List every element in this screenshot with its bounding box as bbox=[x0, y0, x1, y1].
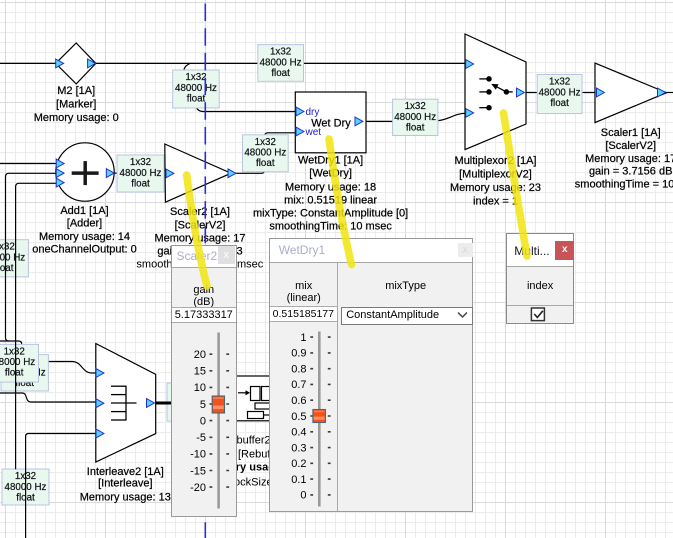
svg-text:-10: -10 bbox=[190, 448, 206, 460]
svg-text:1x32: 1x32 bbox=[549, 77, 570, 88]
svg-text:48000 Hz: 48000 Hz bbox=[175, 83, 217, 94]
svg-text:5: 5 bbox=[199, 398, 205, 410]
svg-text:msec: msec bbox=[237, 259, 264, 271]
svg-text:0.3: 0.3 bbox=[291, 442, 306, 454]
svg-text:float: float bbox=[406, 123, 425, 134]
svg-text:float: float bbox=[5, 368, 24, 379]
svg-text:48000 Hz: 48000 Hz bbox=[0, 357, 35, 368]
svg-text:gain = 3.7156 dB: gain = 3.7156 dB bbox=[589, 166, 673, 178]
svg-text:Multiplexor2 [1A]: Multiplexor2 [1A] bbox=[455, 155, 537, 167]
svg-text:WetDry1 [1A]: WetDry1 [1A] bbox=[298, 155, 363, 167]
svg-text:index = 1: index = 1 bbox=[473, 196, 518, 208]
svg-text:Memory usage: 0: Memory usage: 0 bbox=[34, 112, 119, 124]
svg-text:Memory usage: 17: Memory usage: 17 bbox=[154, 232, 245, 244]
svg-text:float: float bbox=[131, 178, 150, 189]
svg-text:1x32: 1x32 bbox=[4, 346, 25, 357]
svg-text:0.1: 0.1 bbox=[291, 473, 306, 485]
svg-text:mix: 0.51519 linear: mix: 0.51519 linear bbox=[284, 194, 377, 206]
svg-text:Memory usage: 18: Memory usage: 18 bbox=[285, 181, 376, 193]
svg-text:20: 20 bbox=[193, 349, 205, 361]
svg-text:0.6: 0.6 bbox=[291, 395, 306, 407]
svg-text:-15: -15 bbox=[190, 465, 206, 477]
svg-text:Memory usage: 17: Memory usage: 17 bbox=[585, 153, 673, 165]
svg-text:float: float bbox=[271, 68, 290, 79]
svg-text:1x32: 1x32 bbox=[405, 101, 426, 112]
svg-text:1x32: 1x32 bbox=[270, 47, 291, 58]
svg-text:smoothingTime = 10 m: smoothingTime = 10 m bbox=[575, 179, 673, 191]
svg-text:Add1 [1A]: Add1 [1A] bbox=[60, 205, 108, 217]
svg-text:Interleave2 [1A]: Interleave2 [1A] bbox=[87, 466, 164, 478]
svg-text:Wet Dry: Wet Dry bbox=[311, 118, 351, 130]
svg-text:[WetDry]: [WetDry] bbox=[309, 168, 352, 180]
svg-text:48000 Hz: 48000 Hz bbox=[120, 168, 162, 179]
svg-text:1: 1 bbox=[300, 331, 306, 343]
svg-text:0: 0 bbox=[300, 489, 306, 501]
svg-text:float: float bbox=[550, 98, 569, 109]
svg-text:smoothingTime: 10 msec: smoothingTime: 10 msec bbox=[269, 220, 392, 232]
svg-text:0.5: 0.5 bbox=[291, 410, 306, 422]
svg-text:[Adder]: [Adder] bbox=[67, 217, 102, 229]
svg-text:[ScalerV2]: [ScalerV2] bbox=[175, 219, 226, 231]
svg-text:0.8: 0.8 bbox=[291, 363, 306, 375]
svg-text:1x32: 1x32 bbox=[130, 157, 151, 168]
svg-text:dry: dry bbox=[306, 107, 320, 118]
svg-text:float: float bbox=[256, 158, 275, 169]
svg-text:Scaler1 [1A]: Scaler1 [1A] bbox=[601, 127, 661, 139]
svg-text:1x32: 1x32 bbox=[255, 137, 276, 148]
svg-text:[Marker]: [Marker] bbox=[56, 99, 96, 111]
svg-text:[Interleave]: [Interleave] bbox=[98, 478, 152, 490]
svg-text:48000 Hz: 48000 Hz bbox=[0, 253, 25, 264]
svg-text:float: float bbox=[187, 93, 206, 104]
svg-text:1x32: 1x32 bbox=[0, 242, 15, 253]
svg-text:48000 Hz: 48000 Hz bbox=[244, 148, 286, 159]
svg-text:0.2: 0.2 bbox=[291, 458, 306, 470]
svg-text:Scaler2 [1A]: Scaler2 [1A] bbox=[170, 206, 230, 218]
svg-text:Memory usage: 23: Memory usage: 23 bbox=[450, 182, 541, 194]
svg-text:oneChannelOutput: 0: oneChannelOutput: 0 bbox=[32, 244, 137, 256]
svg-text:0.4: 0.4 bbox=[291, 426, 306, 438]
svg-text:[MultiplexorV2]: [MultiplexorV2] bbox=[459, 169, 532, 181]
svg-text:-5: -5 bbox=[196, 432, 206, 444]
svg-text:48000 Hz: 48000 Hz bbox=[539, 87, 581, 98]
svg-text:Memory usage: 13: Memory usage: 13 bbox=[80, 491, 171, 503]
svg-text:10: 10 bbox=[193, 382, 205, 394]
svg-text:48000 Hz: 48000 Hz bbox=[394, 112, 436, 123]
svg-text:0.9: 0.9 bbox=[291, 347, 306, 359]
svg-text:-20: -20 bbox=[190, 481, 206, 493]
svg-text:0: 0 bbox=[199, 415, 205, 427]
svg-text:15: 15 bbox=[193, 365, 205, 377]
svg-text:0.7: 0.7 bbox=[291, 379, 306, 391]
svg-text:smooth: smooth bbox=[136, 259, 172, 271]
svg-text:float: float bbox=[0, 263, 14, 274]
svg-text:48000 Hz: 48000 Hz bbox=[260, 57, 302, 68]
svg-text:mixType: ConstantAmplitude [0]: mixType: ConstantAmplitude [0] bbox=[253, 207, 408, 219]
svg-text:[ScalerV2]: [ScalerV2] bbox=[605, 140, 656, 152]
svg-text:Memory usage: 14: Memory usage: 14 bbox=[39, 231, 130, 243]
svg-text:M2 [1A]: M2 [1A] bbox=[57, 85, 95, 97]
svg-text:1x32: 1x32 bbox=[185, 72, 206, 83]
